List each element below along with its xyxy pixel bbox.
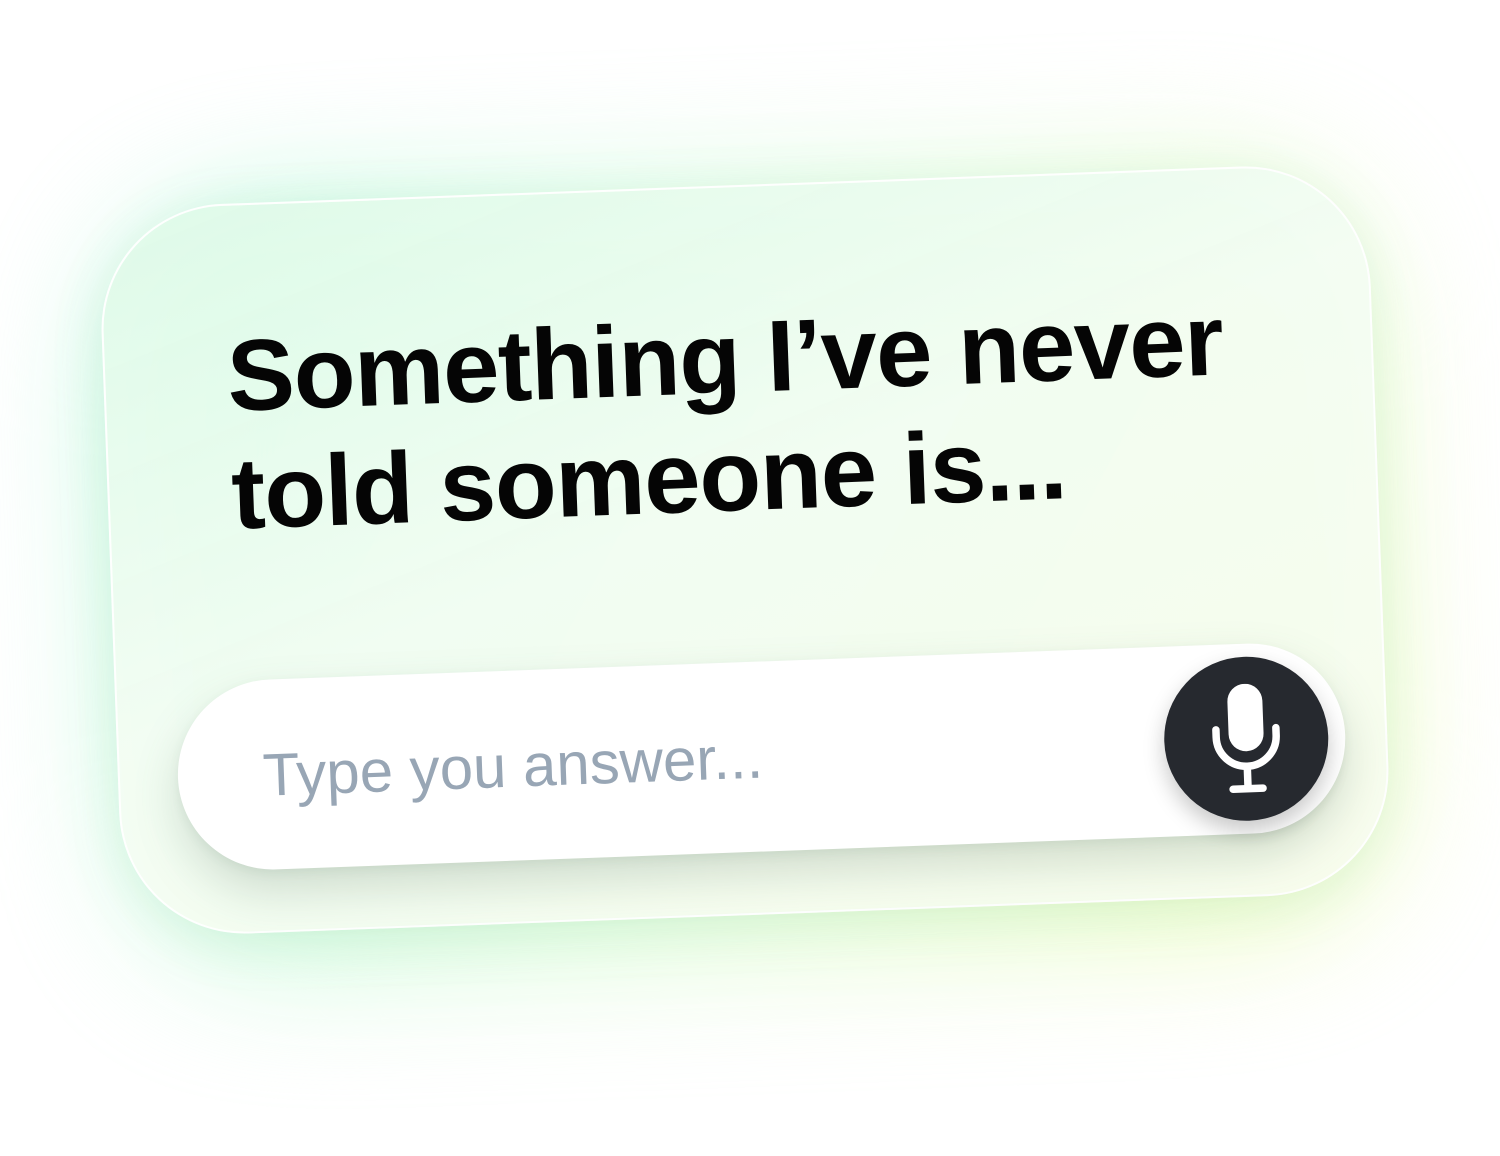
prompt-card: Something I’ve never told someone is...: [97, 161, 1393, 939]
microphone-icon: [1212, 683, 1280, 794]
answer-bar: [174, 640, 1349, 873]
mic-button[interactable]: [1161, 653, 1332, 824]
stage: Something I’ve never told someone is...: [0, 0, 1500, 1156]
prompt-text: Something I’ve never told someone is...: [225, 284, 1225, 551]
answer-input[interactable]: [261, 697, 1085, 822]
